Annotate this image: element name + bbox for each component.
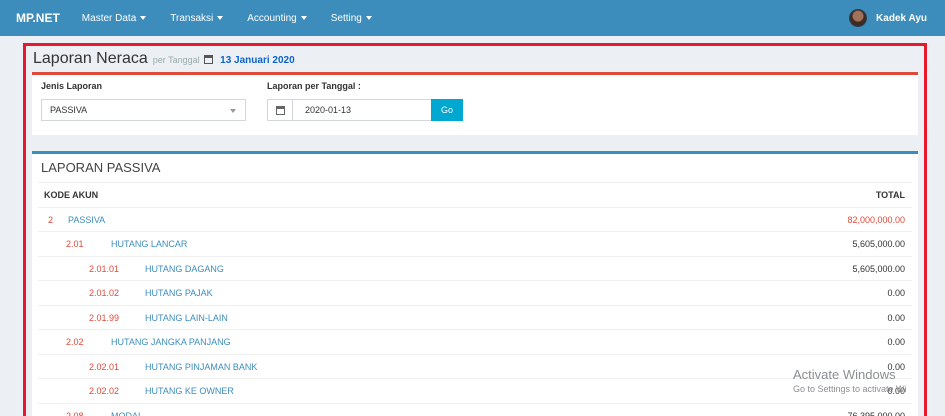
calendar-icon	[204, 55, 214, 64]
account-code: 2.02.02	[89, 386, 120, 396]
account-name-link[interactable]: HUTANG DAGANG	[145, 264, 224, 274]
page-header: Laporan Neraca per Tanggal 13 Januari 20…	[33, 50, 295, 68]
page-title: Laporan Neraca	[33, 50, 148, 67]
dropdown-arrow-icon	[230, 109, 236, 113]
page-subtitle: per Tanggal	[153, 55, 215, 65]
account-code: 2.02	[66, 337, 84, 347]
table-row: 2 PASSIVA 82,000,000.00	[38, 206, 912, 232]
account-name-link[interactable]: PASSIVA	[68, 215, 105, 225]
nav-master-data-label: Master Data	[81, 12, 137, 24]
calendar-icon	[275, 105, 285, 115]
account-name-link[interactable]: HUTANG LAIN-LAIN	[145, 313, 228, 323]
date-input-value: 2020-01-13	[305, 105, 352, 115]
caret-down-icon	[217, 16, 224, 20]
date-addon	[267, 99, 293, 121]
table-row: 2.02.01 HUTANG PINJAMAN BANK 0.00	[38, 353, 912, 379]
nav-master-data[interactable]: Master Data	[81, 12, 147, 24]
account-name-link[interactable]: HUTANG JANGKA PANJANG	[111, 337, 231, 347]
table-row: 2.01.02 HUTANG PAJAK 0.00	[38, 280, 912, 305]
nav-accounting-label: Accounting	[247, 12, 297, 24]
jenis-laporan-label: Jenis Laporan	[41, 81, 103, 91]
account-total: 5,605,000.00	[852, 239, 905, 249]
nav-transaksi-label: Transaksi	[170, 12, 214, 24]
report-box: LAPORAN PASSIVA KODE AKUN TOTAL 2 PASSIVA…	[32, 151, 918, 416]
account-total: 0.00	[887, 288, 905, 298]
watermark-line1: Activate Windows	[793, 367, 896, 382]
account-name-link[interactable]: MODAL	[111, 411, 143, 416]
table-row: 2.08 MODAL 76,395,000.00	[38, 402, 912, 416]
account-code: 2.02.01	[89, 361, 120, 372]
caret-down-icon	[300, 16, 307, 20]
account-name-link[interactable]: HUTANG KE OWNER	[145, 386, 234, 396]
user-name: Kadek Ayu	[876, 12, 927, 24]
account-name-link[interactable]: HUTANG PAJAK	[145, 288, 213, 298]
nav-setting[interactable]: Setting	[331, 13, 372, 24]
col-kode-akun: KODE AKUN	[44, 190, 99, 200]
table-row: 2.01.99 HUTANG LAIN-LAIN 0.00	[38, 304, 912, 330]
go-button[interactable]: Go	[431, 99, 463, 121]
caret-down-icon	[365, 16, 372, 20]
nav-transaksi[interactable]: Transaksi	[170, 12, 224, 24]
tanggal-label: Laporan per Tanggal :	[267, 81, 361, 91]
account-name-link[interactable]: HUTANG LANCAR	[111, 239, 187, 249]
jenis-laporan-value: PASSIVA	[50, 105, 88, 115]
table-row: 2.01.01 HUTANG DAGANG 5,605,000.00	[38, 255, 912, 281]
nav-accounting[interactable]: Accounting	[247, 12, 307, 24]
account-code: 2.01.01	[89, 263, 120, 274]
account-total: 5,605,000.00	[852, 263, 905, 274]
top-navbar: MP.NET Master Data Transaksi Accounting …	[0, 0, 945, 36]
account-code: 2.01.99	[89, 312, 120, 323]
table-header: KODE AKUN TOTAL	[38, 182, 912, 207]
report-table: KODE AKUN TOTAL 2 PASSIVA 82,000,000.00 2.0…	[38, 182, 912, 416]
user-menu[interactable]: Kadek Ayu	[849, 9, 927, 27]
date-input[interactable]: 2020-01-13	[292, 99, 432, 121]
account-total: 82,000,000.00	[847, 214, 905, 225]
account-code: 2.01.02	[89, 288, 120, 298]
report-title: LAPORAN PASSIVA	[41, 160, 161, 175]
watermark-line2: Go to Settings to activate Wi	[793, 384, 907, 394]
account-total: 0.00	[887, 312, 905, 323]
content-frame: Laporan Neraca per Tanggal 13 Januari 20…	[23, 43, 927, 416]
avatar	[849, 9, 868, 27]
account-name-link[interactable]: HUTANG PINJAMAN BANK	[145, 362, 257, 372]
brand-logo[interactable]: MP.NET	[16, 11, 60, 25]
account-code: 2.08	[66, 410, 84, 416]
windows-activation-watermark: Activate Windows Go to Settings to activ…	[793, 367, 907, 394]
col-total: TOTAL	[875, 190, 905, 200]
table-row: 2.01 HUTANG LANCAR 5,605,000.00	[38, 231, 912, 256]
account-code: 2	[48, 214, 54, 225]
report-date: 13 Januari 2020	[220, 55, 295, 66]
table-row: 2.02 HUTANG JANGKA PANJANG 0.00	[38, 329, 912, 354]
per-tanggal-label: per Tanggal	[152, 55, 200, 65]
caret-down-icon	[140, 16, 147, 20]
filter-box: Jenis Laporan PASSIVA Laporan per Tangga…	[32, 72, 918, 135]
account-total: 76,395,000.00	[847, 410, 905, 416]
nav-setting-label: Setting	[330, 12, 362, 24]
table-body: 2 PASSIVA 82,000,000.00 2.01 HUTANG LANCAR 5,…	[38, 206, 912, 416]
table-row: 2.02.02 HUTANG KE OWNER 0.00	[38, 378, 912, 403]
jenis-laporan-select[interactable]: PASSIVA	[41, 99, 246, 121]
account-code: 2.01	[66, 239, 84, 249]
account-total: 0.00	[887, 337, 905, 347]
